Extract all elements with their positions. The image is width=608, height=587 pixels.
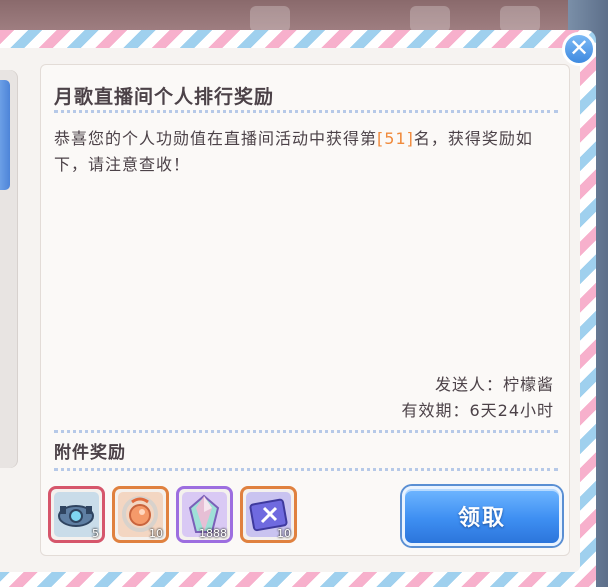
crystal-item[interactable]: 1888 bbox=[176, 486, 233, 543]
mail-body-prefix: 恭喜您的个人功勋值在直播间活动中获得第 bbox=[54, 129, 378, 148]
mail-body: 恭喜您的个人功勋值在直播间活动中获得第[51]名，获得奖励如下，请注意查收！ bbox=[54, 126, 554, 178]
validity-text: 有效期：6天24小时 bbox=[401, 401, 554, 420]
peach-item[interactable]: 10 bbox=[112, 486, 169, 543]
ticket-item[interactable]: 10 bbox=[240, 486, 297, 543]
rank-value: [51] bbox=[377, 129, 414, 148]
divider bbox=[54, 110, 558, 113]
item-count: 5 bbox=[92, 527, 99, 540]
mail-list-scrollbar[interactable] bbox=[0, 80, 10, 190]
mail-title: 月歌直播间个人排行奖励 bbox=[54, 86, 275, 108]
item-count: 10 bbox=[277, 527, 291, 540]
background-decor bbox=[500, 6, 540, 32]
attachments-title: 附件奖励 bbox=[54, 443, 126, 463]
claim-button[interactable]: 领取 bbox=[402, 486, 562, 546]
divider bbox=[54, 468, 558, 471]
divider bbox=[54, 430, 558, 433]
gear-item[interactable]: 5 bbox=[48, 486, 105, 543]
attachment-list: 5 10 1888 10 bbox=[48, 486, 297, 548]
item-count: 10 bbox=[149, 527, 163, 540]
sender-text: 发送人：柠檬酱 bbox=[434, 375, 554, 394]
background-decor bbox=[250, 6, 290, 32]
mail-meta: 发送人：柠檬酱 有效期：6天24小时 bbox=[401, 372, 554, 424]
background-decor bbox=[410, 6, 450, 32]
item-count: 1888 bbox=[199, 527, 227, 540]
close-icon[interactable]: ✕ bbox=[562, 32, 596, 66]
